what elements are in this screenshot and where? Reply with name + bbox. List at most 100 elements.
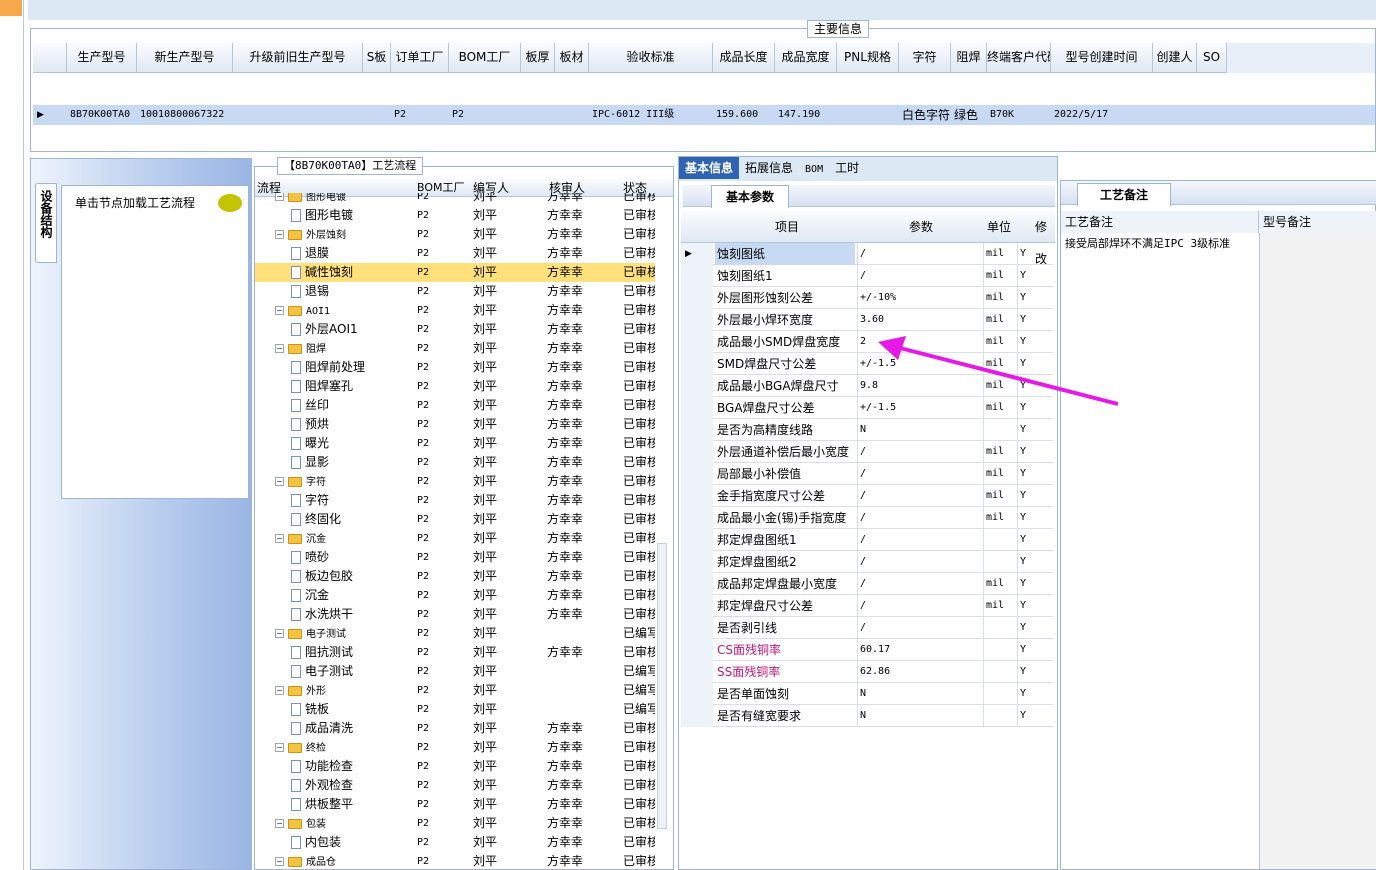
basic-params-tab[interactable]: 基本参数 — [711, 185, 790, 208]
model-remark-area[interactable] — [1259, 233, 1376, 869]
tree-row[interactable]: − 阻焊 P2 刘平 方幸幸 已审核 — [255, 339, 655, 358]
tree-row[interactable]: − 沉金 P2 刘平 方幸幸 已审核 — [255, 529, 655, 548]
collapse-icon[interactable]: − — [275, 306, 284, 315]
param-row[interactable]: ▶ 蚀刻图纸 / mil Y — [681, 243, 1053, 265]
main-info-row[interactable]: 8B70K00TA0 10010800067322 P2 P2 IPC-6012 III… — [33, 105, 1375, 125]
tree-row[interactable]: 沉金 P2 刘平 方幸幸 已审核 — [255, 586, 655, 605]
tree-row[interactable]: − 图形电镀 P2 刘平 方幸幸 已审核 — [255, 193, 655, 206]
app-icon[interactable] — [0, 0, 22, 16]
column-header[interactable]: BOM工厂 — [449, 43, 521, 73]
tree-row[interactable]: − 终检 P2 刘平 方幸幸 已审核 — [255, 738, 655, 757]
tree-row[interactable]: 阻焊前处理 P2 刘平 方幸幸 已审核 — [255, 358, 655, 377]
param-row[interactable]: 成品邦定焊盘最小宽度 / mil Y — [681, 573, 1053, 595]
reviewer-cell: 方幸幸 — [547, 474, 584, 488]
column-header[interactable]: 成品宽度 — [775, 43, 837, 73]
column-header[interactable]: 新生产型号 — [137, 43, 233, 73]
tree-row[interactable]: − 电子测试 P2 刘平 已编写 — [255, 624, 655, 643]
column-header[interactable]: 型号创建时间 — [1051, 43, 1153, 73]
param-row[interactable]: 局部最小补偿值 / mil Y — [681, 463, 1053, 485]
column-header[interactable]: 订单工厂 — [391, 43, 449, 73]
tree-row[interactable]: 阻焊塞孔 P2 刘平 方幸幸 已审核 — [255, 377, 655, 396]
collapse-icon[interactable]: − — [275, 857, 284, 866]
collapse-icon[interactable]: − — [275, 534, 284, 543]
param-row[interactable]: 成品最小金(锡)手指宽度 / mil Y — [681, 507, 1053, 529]
tree-row[interactable]: 喷砂 P2 刘平 方幸幸 已审核 — [255, 548, 655, 567]
tab-basic-info[interactable]: 基本信息 — [679, 157, 740, 179]
tree-row[interactable]: − 成品仓 P2 刘平 方幸幸 已审核 — [255, 852, 655, 869]
param-unit: mil — [983, 243, 1015, 265]
tree-row[interactable]: 内包装 P2 刘平 方幸幸 已审核 — [255, 833, 655, 852]
collapse-icon[interactable]: − — [275, 686, 284, 695]
param-row[interactable]: 是否有缝宽要求 N Y — [681, 705, 1053, 727]
collapse-icon[interactable]: − — [275, 629, 284, 638]
column-header[interactable]: 板厚 — [521, 43, 555, 73]
collapse-icon[interactable]: − — [275, 743, 284, 752]
flow-scrollbar[interactable] — [657, 543, 667, 829]
column-header[interactable]: 验收标准 — [589, 43, 713, 73]
tree-row[interactable]: 字符 P2 刘平 方幸幸 已审核 — [255, 491, 655, 510]
param-row[interactable]: 是否为高精度线路 N Y — [681, 419, 1053, 441]
tree-row[interactable]: 退膜 P2 刘平 方幸幸 已审核 — [255, 244, 655, 263]
side-tab[interactable]: 设备结构 — [35, 183, 57, 263]
collapse-icon[interactable]: − — [275, 819, 284, 828]
column-header[interactable]: 创建人 — [1153, 43, 1197, 73]
param-row[interactable]: SS面残铜率 62.86 Y — [681, 661, 1053, 683]
collapse-icon[interactable]: − — [275, 344, 284, 353]
param-row[interactable]: 外层通道补偿后最小宽度 / mil Y — [681, 441, 1053, 463]
column-header[interactable]: SO — [1197, 43, 1227, 73]
tree-row[interactable]: 水洗烘干 P2 刘平 方幸幸 已审核 — [255, 605, 655, 624]
tree-row[interactable]: − 外层蚀刻 P2 刘平 方幸幸 已审核 — [255, 225, 655, 244]
tree-row[interactable]: − 字符 P2 刘平 方幸幸 已审核 — [255, 472, 655, 491]
tree-row[interactable]: 终固化 P2 刘平 方幸幸 已审核 — [255, 510, 655, 529]
tree-row[interactable]: 成品清洗 P2 刘平 方幸幸 已审核 — [255, 719, 655, 738]
status-cell: 已审核 — [623, 322, 655, 336]
tree-row[interactable]: 功能检查 P2 刘平 方幸幸 已审核 — [255, 757, 655, 776]
param-row[interactable]: 邦定焊盘图纸2 / Y — [681, 551, 1053, 573]
param-row[interactable]: 是否剥引线 / Y — [681, 617, 1053, 639]
param-row[interactable]: 外层最小焊环宽度 3.60 mil Y — [681, 309, 1053, 331]
tree-row[interactable]: − 包装 P2 刘平 方幸幸 已审核 — [255, 814, 655, 833]
param-row[interactable]: CS面残铜率 60.17 Y — [681, 639, 1053, 661]
tab-bom[interactable]: BOM — [799, 159, 829, 181]
param-row[interactable]: 外层图形蚀刻公差 +/-10% mil Y — [681, 287, 1053, 309]
param-row[interactable]: 蚀刻图纸1 /mil Y — [681, 265, 1053, 287]
tab-extended-info[interactable]: 拓展信息 — [739, 157, 799, 179]
tree-row[interactable]: 图形电镀 P2 刘平 方幸幸 已审核 — [255, 206, 655, 225]
tree-row[interactable]: 外层AOI1 P2 刘平 方幸幸 已审核 — [255, 320, 655, 339]
column-header[interactable]: 终端客户代码 — [987, 43, 1051, 73]
column-header[interactable]: 升级前旧生产型号 — [233, 43, 363, 73]
collapse-icon[interactable]: − — [275, 230, 284, 239]
tab-work-hours[interactable]: 工时 — [829, 157, 865, 179]
column-header[interactable]: 字符 — [899, 43, 951, 73]
tree-row[interactable]: 曝光 P2 刘平 方幸幸 已审核 — [255, 434, 655, 453]
tree-row[interactable]: 碱性蚀刻 P2 刘平 方幸幸 已审核 — [255, 263, 655, 282]
remarks-tab[interactable]: 工艺备注 — [1077, 183, 1172, 206]
params-table[interactable]: ▶ 蚀刻图纸 / mil Y 蚀刻图纸1/mil Y 外层图形蚀刻公差 +/-10% mil Y 外层… — [681, 243, 1055, 727]
column-header[interactable]: 板材 — [555, 43, 589, 73]
tree-row[interactable]: 显影 P2 刘平 方幸幸 已审核 — [255, 453, 655, 472]
flow-tree[interactable]: − 图形电镀 P2 刘平 方幸幸 已审核 图形电镀 P2 刘平 方幸幸 已审核 − 外层蚀刻 P2 刘平 方幸… — [255, 193, 655, 869]
remarks-text[interactable]: 接受局部焊环不满足IPC 3级标准 — [1065, 235, 1230, 251]
tree-row[interactable]: 外观检查 P2 刘平 方幸幸 已审核 — [255, 776, 655, 795]
tree-row[interactable]: − AOI1 P2 刘平 方幸幸 已审核 — [255, 301, 655, 320]
column-header[interactable]: S板 — [363, 43, 391, 73]
tree-row[interactable]: 烘板整平 P2 刘平 方幸幸 已审核 — [255, 795, 655, 814]
tree-row[interactable]: 电子测试 P2 刘平 已编写 — [255, 662, 655, 681]
tree-row[interactable]: 丝印 P2 刘平 方幸幸 已审核 — [255, 396, 655, 415]
tree-row[interactable]: 退锡 P2 刘平 方幸幸 已审核 — [255, 282, 655, 301]
column-header[interactable]: 成品长度 — [713, 43, 775, 73]
tree-row[interactable]: 板边包胶 P2 刘平 方幸幸 已审核 — [255, 567, 655, 586]
column-header[interactable]: 阻焊 — [951, 43, 987, 73]
param-row[interactable]: 是否单面蚀刻 N Y — [681, 683, 1053, 705]
collapse-icon[interactable]: − — [275, 477, 284, 486]
tree-row[interactable]: 预烘 P2 刘平 方幸幸 已审核 — [255, 415, 655, 434]
param-row[interactable]: 邦定焊盘图纸1 / Y — [681, 529, 1053, 551]
collapse-icon[interactable]: − — [275, 193, 284, 201]
tree-row[interactable]: − 外形 P2 刘平 已编写 — [255, 681, 655, 700]
param-row[interactable]: 金手指宽度尺寸公差 / mil Y — [681, 485, 1053, 507]
tree-row[interactable]: 阻抗测试 P2 刘平 方幸幸 已审核 — [255, 643, 655, 662]
tree-row[interactable]: 铣板 P2 刘平 已编写 — [255, 700, 655, 719]
column-header[interactable]: 生产型号 — [67, 43, 137, 73]
param-row[interactable]: 邦定焊盘尺寸公差 / mil Y — [681, 595, 1053, 617]
column-header[interactable]: PNL规格 — [837, 43, 899, 73]
